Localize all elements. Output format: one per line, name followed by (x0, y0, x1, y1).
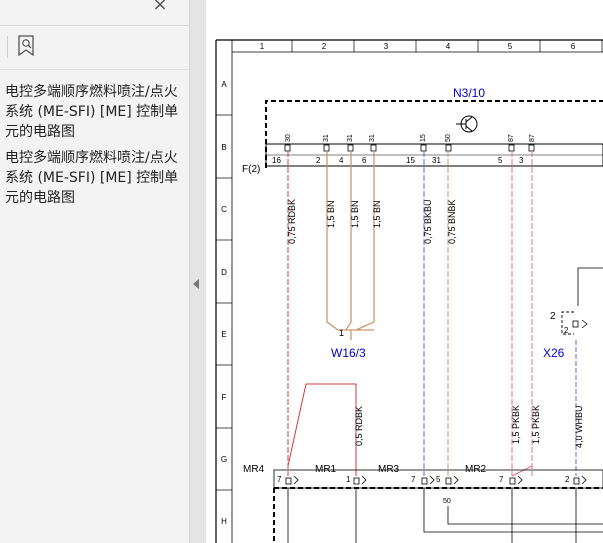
transistor-icon (456, 115, 478, 133)
wire-label: 0,75 RDBK (287, 199, 297, 244)
row-label: B (221, 143, 226, 152)
wire-label: 0,5 RDBK (354, 406, 364, 446)
bookmark-item[interactable]: 电控多端顺序燃料喷注/点火系统 (ME-SFI) [ME] 控制单元的电路图 (5, 148, 185, 208)
pin-number: 31 (432, 156, 441, 165)
relay-pin: 7 (411, 475, 416, 484)
collapse-panel-icon[interactable] (193, 279, 199, 289)
pin-number: 5 (498, 156, 503, 165)
wire-bn-bundle (326, 151, 375, 331)
wire-label: 1,5 PKBK (511, 405, 521, 444)
relay-label: MR1 (315, 464, 337, 475)
pin-top-label: 30 (285, 134, 292, 142)
wire-label: 4,0 WHBU (574, 405, 584, 448)
pin-top-label: 31 (369, 134, 376, 142)
wire-label: 1,5 BN (326, 200, 336, 228)
bookmark-panel: × 电控多端顺序燃料喷注/点火系统 (ME-SFI) [ME] 控制单元的电路图… (0, 0, 189, 543)
panel-divider (0, 69, 189, 70)
x26-pin-outer: 2 (550, 311, 556, 322)
column-label: 1 (260, 42, 265, 51)
wire-label: 0,75 BKBU (423, 199, 433, 244)
component-label-w16: W16/3 (331, 346, 366, 360)
connector-label-f2: F(2) (242, 164, 260, 175)
component-label-n310: N3/10 (453, 86, 485, 100)
x26-pin-inner: 2 (564, 326, 569, 335)
row-label: G (221, 455, 227, 464)
pin-top-label: 50 (445, 134, 452, 142)
row-label: D (221, 268, 227, 277)
pin-top-label: 31 (347, 134, 354, 142)
wire-label: 1,5 PKBK (531, 405, 541, 444)
relay-pin: 1 (346, 475, 351, 484)
relay-label: MR4 (243, 464, 265, 475)
component-label-x26: X26 (543, 346, 565, 360)
row-label: A (221, 80, 227, 89)
relay-pin: 7 (277, 475, 282, 484)
row-label: E (221, 330, 226, 339)
bookmark-search-button[interactable] (8, 33, 40, 61)
wire-label: 0,75 BNBK (447, 199, 457, 244)
column-label: 5 (508, 42, 513, 51)
circuit-diagram: 1 2 3 4 5 6 A B C D E F G H N3/10 F(2) 3… (215, 39, 603, 543)
column-label: 4 (446, 42, 451, 51)
column-label: 3 (384, 42, 389, 51)
bookmark-search-icon (18, 35, 34, 57)
wire-label: 1,5 BN (350, 200, 360, 228)
relay-pin: 2 (565, 475, 570, 484)
bookmark-item[interactable]: 电控多端顺序燃料喷注/点火系统 (ME-SFI) [ME] 控制单元的电路图 (5, 82, 185, 142)
document-view[interactable]: 1 2 3 4 5 6 A B C D E F G H N3/10 F(2) 3… (206, 0, 603, 543)
row-label: C (221, 205, 227, 214)
wire-label: 1,5 BN (372, 200, 382, 228)
pin-top-label: 15 (420, 134, 427, 142)
pin-number: 4 (339, 156, 344, 165)
pin-top-label: 31 (323, 134, 330, 142)
panel-divider (0, 25, 189, 26)
pin-top-label: 87 (529, 134, 536, 142)
relay-pin: 5 (436, 475, 441, 484)
column-label: 2 (322, 42, 327, 51)
pin-number: 2 (316, 156, 321, 165)
pin-label-50: 50 (443, 498, 451, 505)
row-label: F (222, 393, 227, 402)
relay-label: MR3 (378, 464, 400, 475)
w16-pin-label: 1 (339, 328, 344, 338)
pin-number: 16 (272, 156, 281, 165)
wire-rdbk-mr (287, 383, 357, 476)
relay-pin: 7 (499, 475, 504, 484)
pin-top-label: 87 (508, 134, 515, 142)
pin-number: 3 (519, 156, 524, 165)
panel-splitter[interactable] (189, 0, 206, 543)
pin-number: 15 (406, 156, 415, 165)
row-label: H (221, 517, 227, 526)
close-icon[interactable]: × (150, 0, 170, 16)
pin-number: 6 (362, 156, 367, 165)
relay-label: MR2 (465, 464, 487, 475)
column-label: 6 (571, 42, 576, 51)
